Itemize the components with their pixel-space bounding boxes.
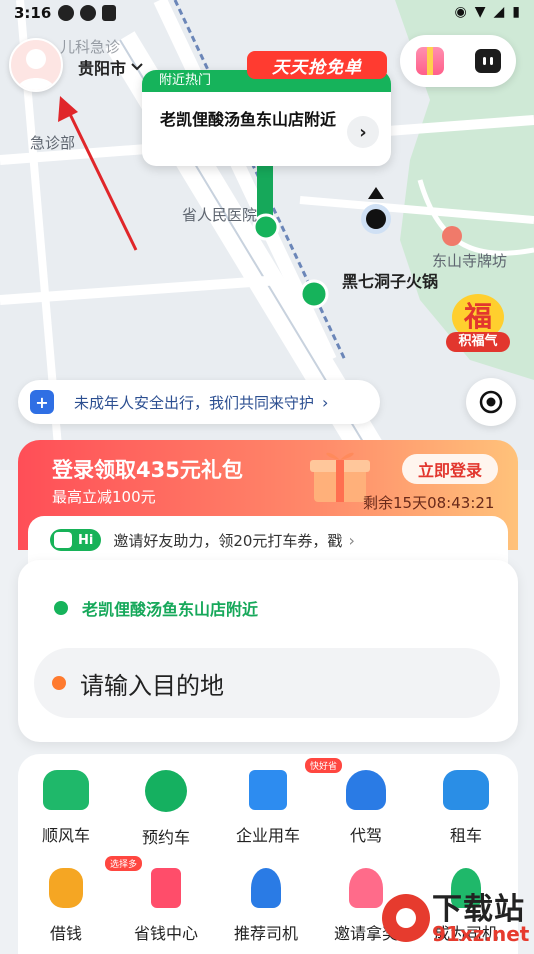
chevron-right-icon: › [348, 530, 355, 550]
service-designated-driver[interactable]: 代驾 [318, 770, 414, 846]
chevron-right-icon: › [322, 392, 329, 412]
service-label: 推荐司机 [233, 924, 298, 943]
chevron-right-icon[interactable]: › [347, 116, 379, 148]
map-label[interactable]: 黑七洞子火锅 [342, 268, 438, 292]
user-avatar-icon [17, 49, 55, 90]
status-notification-icons [58, 5, 116, 21]
service-carpool[interactable]: 顺风车 [18, 770, 114, 846]
service-refer-driver[interactable]: 推荐司机 [218, 868, 314, 944]
service-label: 顺风车 [41, 826, 90, 845]
status-system-icons: ◉ ▼ ◢ ▮ [455, 4, 521, 20]
gift-box-button[interactable] [415, 47, 444, 75]
destination-placeholder: 请输入目的地 [80, 671, 224, 700]
message-icon [489, 57, 493, 65]
status-bar: 3:16 ◉ ▼ ◢ ▮ [0, 0, 534, 28]
destination-input[interactable]: 请输入目的地 [34, 648, 500, 718]
person-icon [251, 868, 281, 908]
origin-dot-icon [54, 601, 68, 615]
current-location-text: 老凯俚酸汤鱼东山店附近 [82, 600, 259, 619]
service-label: 租车 [449, 826, 482, 845]
robot-icon [54, 532, 72, 548]
service-label: 企业用车 [235, 826, 300, 845]
locate-button[interactable] [466, 378, 516, 426]
chevron-down-icon [131, 63, 143, 71]
app-notification-icon [80, 5, 96, 21]
invite-friends-bar[interactable]: Hi 邀请好友助力，领20元打车券，戳 › [28, 516, 508, 564]
service-rental[interactable]: 租车 [418, 770, 514, 846]
free-order-promo-badge[interactable]: 天天抢免单 [247, 51, 387, 79]
shield-plus-icon: + [30, 390, 54, 414]
safety-banner[interactable]: + 未成年人安全出行，我们共同来守护 › [18, 380, 380, 424]
destination-card: 老凯俚酸汤鱼东山店附近 请输入目的地 [18, 560, 518, 742]
wifi-icon: ▼ [474, 4, 486, 20]
map-label: 东山寺牌坊 [432, 252, 508, 270]
user-avatar[interactable] [9, 38, 63, 92]
login-now-button[interactable]: 立即登录 [402, 454, 498, 484]
hi-badge: Hi [50, 529, 102, 551]
service-label: 借钱 [49, 924, 82, 943]
map-label: 儿科急诊 [60, 38, 121, 56]
safety-text: 未成年人安全出行，我们共同来守护 [74, 393, 315, 412]
savings-icon [151, 868, 181, 908]
top-right-actions [400, 35, 516, 87]
service-loan[interactable]: 选择多 借钱 [18, 856, 143, 944]
message-button[interactable] [474, 49, 501, 73]
hi-badge-label: Hi [78, 532, 94, 548]
login-promo-subtitle: 最高立减100元 [52, 488, 156, 506]
signal-icon: ◢ [493, 4, 505, 20]
service-savings[interactable]: 省钱中心 [118, 868, 214, 944]
current-location[interactable]: 老凯俚酸汤鱼东山店附近 [54, 596, 258, 620]
building-icon: 快好省 [249, 758, 343, 810]
driver-icon [346, 770, 386, 810]
service-reserve[interactable]: 预约车 [118, 770, 214, 848]
login-countdown: 剩余15天08:43:21 [363, 494, 495, 512]
message-icon [482, 57, 486, 65]
location-icon: ◉ [454, 4, 467, 20]
app-notification-icon [58, 5, 74, 21]
locate-target-icon [479, 390, 503, 414]
people-icon [349, 868, 383, 908]
watermark-url: 91xz.net [432, 922, 530, 946]
destination-dot-icon [52, 676, 66, 690]
city-name: 贵阳市 [78, 59, 127, 78]
city-selector[interactable]: 贵阳市 [78, 55, 144, 79]
map-label: 急诊部 [30, 134, 76, 152]
gift-box-icon [426, 47, 433, 75]
battery-icon: ▮ [512, 4, 520, 20]
fortune-badge[interactable]: 福 积福气 [446, 294, 510, 356]
nearby-hot-card[interactable]: 附近热门 老凯俚酸汤鱼东山店附近 › [142, 70, 391, 166]
service-label: 代驾 [349, 826, 382, 845]
fortune-label: 积福气 [446, 332, 510, 352]
service-label: 省钱中心 [133, 924, 198, 943]
service-label: 预约车 [141, 828, 190, 847]
invite-text: 邀请好友助力，领20元打车券，戳 [113, 531, 343, 550]
login-promo-title: 登录领取435元礼包 [52, 458, 243, 482]
carpool-car-icon [43, 770, 89, 810]
status-time: 3:16 [14, 4, 52, 22]
service-business[interactable]: 快好省 企业用车 [220, 758, 343, 846]
hot-place-name: 老凯俚酸汤鱼东山店附近 [160, 110, 337, 129]
clock-timer-icon [145, 770, 187, 812]
rental-car-icon [443, 770, 489, 810]
app-notification-icon [102, 5, 116, 21]
map-label: 省人民医院 [182, 206, 258, 224]
money-bag-icon: 选择多 [49, 856, 143, 908]
